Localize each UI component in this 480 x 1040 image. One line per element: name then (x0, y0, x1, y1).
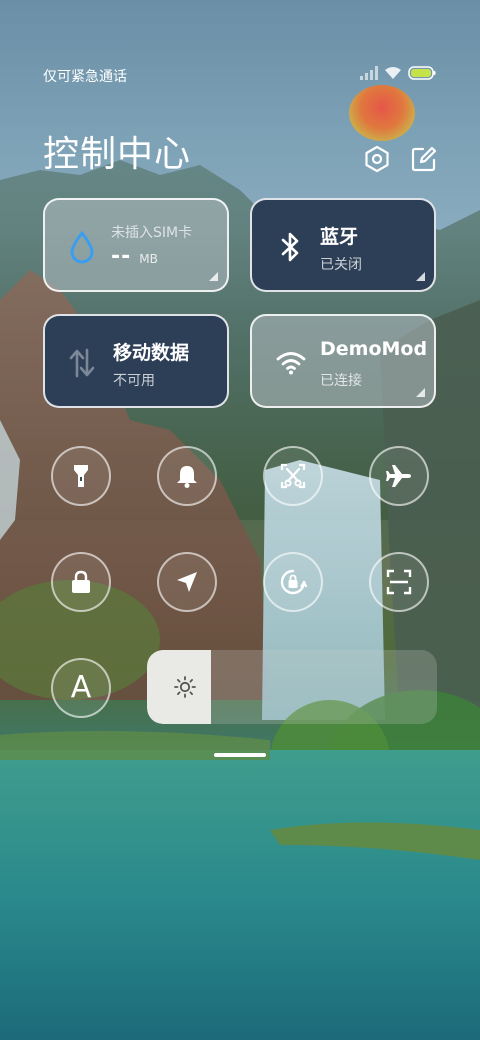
drawer-handle[interactable] (214, 753, 266, 757)
tile-expand-corner (416, 388, 425, 397)
wifi-status-icon (385, 67, 401, 79)
edit-icon (411, 146, 437, 172)
tile-bluetooth-status: 已关闭 (320, 257, 362, 273)
page-title: 控制中心 (43, 134, 192, 175)
tile-wifi[interactable]: DemoMod 已连接 (250, 314, 436, 408)
screenshot-scissors-icon (280, 463, 306, 489)
flashlight-icon (74, 465, 88, 487)
data-usage-unit: MB (139, 252, 158, 266)
tile-mobile-data[interactable]: 移动数据 不可用 (43, 314, 229, 408)
tile-mobile-data-status: 不可用 (113, 373, 155, 389)
battery-icon (408, 66, 436, 80)
data-usage-readout: -- MB (111, 244, 158, 269)
toggle-auto-brightness[interactable]: A (51, 658, 111, 718)
toggle-ringer[interactable] (157, 446, 217, 506)
status-icons (360, 66, 436, 80)
location-arrow-icon (177, 572, 197, 592)
scan-icon (386, 569, 412, 595)
tile-mobile-data-title: 移动数据 (113, 342, 190, 364)
toggle-location[interactable] (157, 552, 217, 612)
tile-bluetooth[interactable]: 蓝牙 已关闭 (250, 198, 436, 292)
data-usage-value: -- (111, 244, 132, 269)
status-carrier-text: 仅可紧急通话 (43, 69, 127, 85)
tile-wifi-status: 已连接 (320, 373, 362, 389)
settings-hexagon-icon (365, 145, 389, 173)
edit-button[interactable] (410, 145, 438, 173)
lock-icon (72, 570, 90, 593)
sun-icon (174, 676, 196, 698)
toggle-scanner[interactable] (369, 552, 429, 612)
tile-wifi-ssid: DemoMod (320, 338, 428, 360)
tile-expand-corner (416, 272, 425, 281)
settings-button[interactable] (363, 145, 391, 173)
toggle-lock-screen[interactable] (51, 552, 111, 612)
tile-data-usage-title: 未插入SIM卡 (111, 225, 193, 241)
signal-icon (360, 66, 378, 80)
mobile-data-arrows-icon (69, 348, 95, 378)
auto-brightness-a-icon: A (70, 670, 92, 705)
toggle-rotation-lock[interactable] (263, 552, 323, 612)
bell-icon (177, 466, 197, 488)
toggle-flashlight[interactable] (51, 446, 111, 506)
tile-expand-corner (209, 272, 218, 281)
sun-decoration (349, 85, 415, 141)
toggle-airplane[interactable] (369, 446, 429, 506)
airplane-icon (386, 465, 411, 487)
wifi-icon (276, 352, 306, 375)
brightness-slider[interactable] (147, 650, 437, 724)
toggle-screenshot[interactable] (263, 446, 323, 506)
tile-bluetooth-title: 蓝牙 (320, 226, 359, 248)
water-drop-icon (70, 231, 94, 264)
tile-data-usage[interactable]: 未插入SIM卡 -- MB (43, 198, 229, 292)
bluetooth-icon (281, 232, 299, 262)
rotation-lock-icon (280, 569, 307, 595)
